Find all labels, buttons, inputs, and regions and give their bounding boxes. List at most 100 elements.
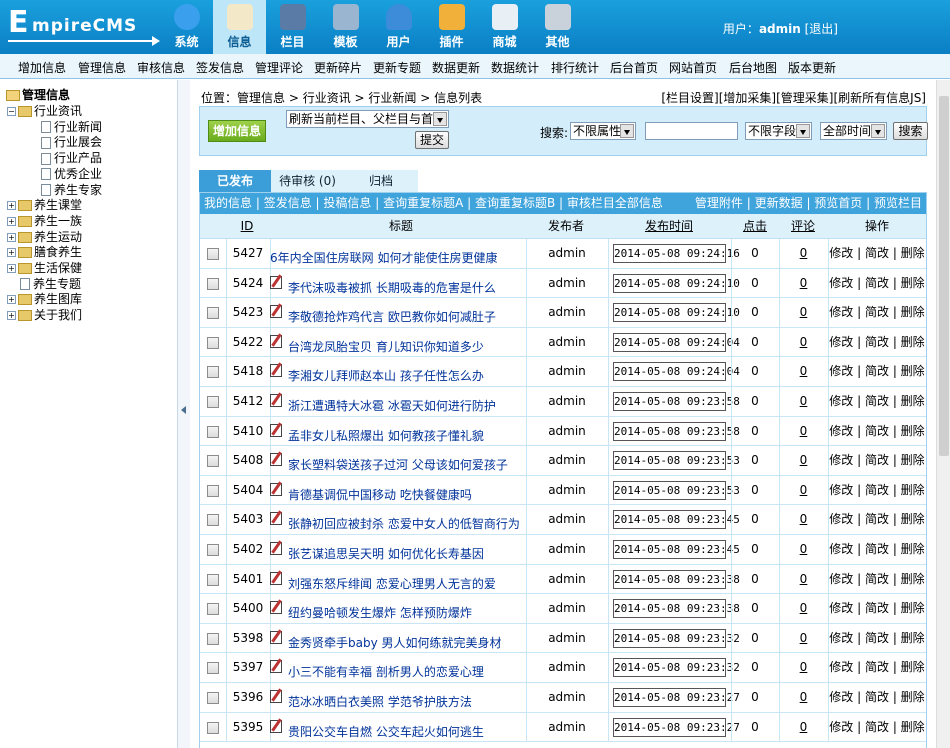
row-title[interactable]: 小三不能有幸福 剖析男人的恋爱心理 (270, 653, 484, 682)
submenu-item[interactable]: 审核信息 (137, 59, 185, 76)
tree-item[interactable]: 行业产品 (41, 150, 102, 166)
tree-item[interactable]: 行业新闻 (41, 119, 102, 135)
row-title-text[interactable]: 张艺谋追思吴天明 如何优化长寿基因 (288, 547, 484, 561)
submenu-item[interactable]: 排行统计 (551, 59, 599, 76)
row-comments[interactable]: 0 (779, 624, 828, 653)
top-link[interactable]: [增加采集] (719, 91, 776, 105)
row-comments[interactable]: 0 (779, 653, 828, 682)
delete-link[interactable]: 删除 (901, 572, 925, 586)
edit-link[interactable]: 修改 (829, 483, 853, 497)
row-title[interactable]: 李湘女儿拜师赵本山 孩子任性怎么办 (270, 357, 484, 386)
quick-edit-link[interactable]: 简改 (865, 690, 889, 704)
expand-icon[interactable]: + (7, 295, 16, 305)
row-comments[interactable]: 0 (779, 683, 828, 712)
nav-gear[interactable]: 其他 (531, 0, 584, 54)
row-checkbox[interactable] (207, 514, 219, 527)
row-checkbox[interactable] (207, 573, 219, 586)
breadcrumb-item[interactable]: 管理信息 (237, 91, 285, 105)
delete-link[interactable]: 删除 (901, 542, 925, 556)
quick-edit-link[interactable]: 简改 (865, 394, 889, 408)
edit-link[interactable]: 修改 (829, 572, 853, 586)
quick-edit-link[interactable]: 简改 (865, 512, 889, 526)
edit-link[interactable]: 修改 (829, 394, 853, 408)
submenu-item[interactable]: 数据统计 (491, 59, 539, 76)
row-title-text[interactable]: 肯德基调侃中国移动 吃快餐健康吗 (288, 488, 472, 502)
expand-icon[interactable]: + (7, 264, 16, 273)
row-comments[interactable]: 0 (779, 476, 828, 505)
row-checkbox[interactable] (207, 425, 219, 438)
quick-edit-link[interactable]: 简改 (865, 631, 889, 645)
delete-link[interactable]: 删除 (901, 690, 925, 704)
panel-splitter[interactable] (178, 80, 190, 748)
tree-root[interactable]: 管理信息 (6, 87, 70, 103)
nav-document[interactable]: 信息 (213, 0, 266, 54)
delete-link[interactable]: 删除 (901, 424, 925, 438)
row-checkbox[interactable] (207, 603, 219, 616)
header-time[interactable]: 发布时间 (608, 214, 730, 239)
delete-link[interactable]: 删除 (901, 394, 925, 408)
tab-archive[interactable]: 归档 (344, 170, 418, 192)
nav-card[interactable]: 商城 (478, 0, 531, 54)
quick-edit-link[interactable]: 简改 (865, 601, 889, 615)
row-checkbox[interactable] (207, 455, 219, 468)
edit-link[interactable]: 修改 (829, 720, 853, 734)
row-title[interactable]: 贵阳公交车自燃 公交车起火如何逃生 (270, 713, 484, 742)
edit-link[interactable]: 修改 (829, 601, 853, 615)
linkbar-item[interactable]: 管理附件 (695, 196, 743, 210)
row-title[interactable]: 台湾龙凤胎宝贝 育儿知识你知道多少 (270, 328, 484, 357)
row-title-text[interactable]: 6年内全国住房联网 如何才能使住房更健康 (270, 251, 497, 265)
submenu-item[interactable]: 后台首页 (610, 59, 658, 76)
row-comments[interactable]: 0 (779, 565, 828, 594)
row-checkbox[interactable] (207, 307, 219, 320)
row-title-text[interactable]: 贵阳公交车自燃 公交车起火如何逃生 (288, 725, 484, 739)
row-title[interactable]: 纽约曼哈顿发生爆炸 怎样预防爆炸 (270, 594, 472, 623)
header-comments[interactable]: 评论 (780, 214, 826, 239)
row-checkbox[interactable] (207, 544, 219, 556)
tree-item[interactable]: + 关于我们 (7, 307, 82, 323)
field-select[interactable]: 不限字段 (745, 122, 812, 140)
row-title-text[interactable]: 刘强东怒斥绯闻 恋爱心理男人无言的爱 (288, 577, 496, 591)
attribute-select[interactable]: 不限属性 (570, 122, 636, 140)
row-title[interactable]: 肯德基调侃中国移动 吃快餐健康吗 (270, 476, 472, 505)
submenu-item[interactable]: 版本更新 (788, 59, 836, 76)
edit-link[interactable]: 修改 (829, 453, 853, 467)
linkbar-item[interactable]: 查询重复标题A (383, 196, 463, 210)
row-checkbox[interactable] (207, 721, 219, 734)
delete-link[interactable]: 删除 (901, 512, 925, 526)
delete-link[interactable]: 删除 (901, 364, 925, 378)
row-title-text[interactable]: 李代沫吸毒被抓 长期吸毒的危害是什么 (288, 281, 496, 295)
row-comments[interactable]: 0 (779, 713, 828, 742)
quick-edit-link[interactable]: 简改 (865, 246, 889, 260)
row-title-text[interactable]: 李敬德抢炸鸡代言 欧巴教你如何减肚子 (288, 310, 496, 324)
tree-item[interactable]: 养生专题 (7, 276, 81, 292)
row-checkbox[interactable] (207, 692, 219, 704)
quick-edit-link[interactable]: 简改 (865, 720, 889, 734)
delete-link[interactable]: 删除 (901, 631, 925, 645)
edit-link[interactable]: 修改 (829, 305, 853, 319)
row-title-text[interactable]: 浙江遭遇特大冰雹 冰雹天如何进行防护 (288, 399, 496, 413)
row-title-text[interactable]: 张静初回应被封杀 恋爱中女人的低智商行为 (288, 517, 520, 531)
row-comments[interactable]: 0 (779, 298, 828, 327)
row-checkbox[interactable] (207, 396, 219, 408)
add-info-button[interactable]: 增加信息 (208, 120, 266, 142)
submenu-item[interactable]: 网站首页 (669, 59, 717, 76)
row-title-text[interactable]: 范冰冰晒白衣美照 学范爷护肤方法 (288, 695, 472, 709)
quick-edit-link[interactable]: 简改 (865, 364, 889, 378)
empirecms-logo[interactable]: E mpireCMS (8, 6, 160, 46)
edit-link[interactable]: 修改 (829, 631, 853, 645)
expand-icon[interactable]: + (7, 216, 16, 226)
row-comments[interactable]: 0 (779, 357, 828, 386)
linkbar-item[interactable]: 审核栏目全部信息 (567, 196, 663, 210)
quick-edit-link[interactable]: 简改 (865, 305, 889, 319)
row-title-text[interactable]: 台湾龙凤胎宝贝 育儿知识你知道多少 (288, 340, 484, 354)
linkbar-item[interactable]: 预览首页 (814, 196, 862, 210)
tree-item[interactable]: + 养生课堂 (7, 197, 82, 213)
collapse-left-icon[interactable] (181, 406, 186, 414)
linkbar-item[interactable]: 我的信息 (204, 196, 252, 210)
expand-icon[interactable]: + (7, 232, 16, 242)
logout-link[interactable]: [退出] (805, 22, 838, 36)
edit-link[interactable]: 修改 (829, 246, 853, 260)
delete-link[interactable]: 删除 (901, 720, 925, 734)
row-checkbox[interactable] (207, 632, 219, 645)
search-button[interactable]: 搜索 (893, 122, 928, 140)
